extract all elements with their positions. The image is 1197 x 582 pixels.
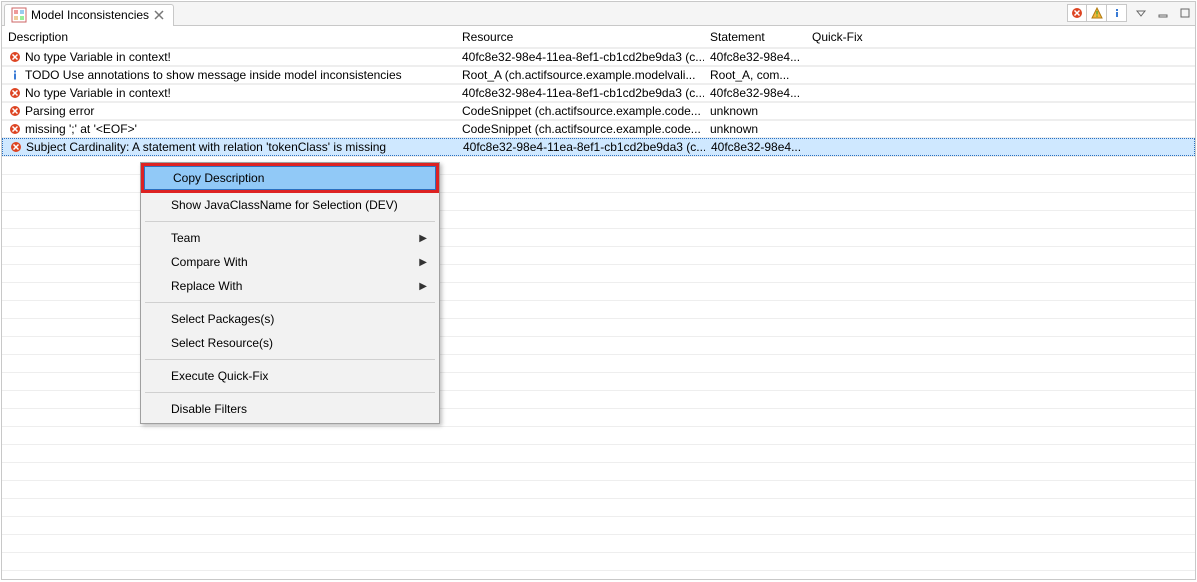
column-header-resource[interactable]: Resource — [456, 27, 704, 47]
cell-description: Parsing error — [2, 103, 456, 119]
cell-statement: 40fc8e32-98e4... — [705, 139, 807, 155]
menu-item[interactable]: Show JavaClassName for Selection (DEV) — [143, 193, 437, 217]
cell-quickfix — [806, 74, 900, 76]
info-icon — [8, 68, 22, 82]
cell-resource: Root_A (ch.actifsource.example.modelvali… — [456, 67, 704, 83]
menu-item[interactable]: Compare With ▶ — [143, 250, 437, 274]
close-icon[interactable] — [153, 9, 165, 21]
menu-item-label: Disable Filters — [171, 402, 247, 416]
filter-info-button[interactable] — [1107, 4, 1127, 22]
cell-statement: unknown — [704, 121, 806, 137]
menu-item-label: Show JavaClassName for Selection (DEV) — [171, 198, 398, 212]
cell-resource: CodeSnippet (ch.actifsource.example.code… — [456, 103, 704, 119]
menu-item-label: Compare With — [171, 255, 248, 269]
menu-item[interactable]: Replace With ▶ — [143, 274, 437, 298]
cell-quickfix — [806, 110, 900, 112]
cell-description: Subject Cardinality: A statement with re… — [3, 139, 457, 155]
tab-model-inconsistencies[interactable]: Model Inconsistencies — [4, 4, 174, 26]
filter-errors-button[interactable] — [1067, 4, 1087, 22]
cell-resource: CodeSnippet (ch.actifsource.example.code… — [456, 121, 704, 137]
column-header-quickfix[interactable]: Quick-Fix — [806, 27, 900, 47]
cell-quickfix — [807, 146, 901, 148]
column-header-description[interactable]: Description — [2, 27, 456, 47]
menu-item-label: Replace With — [171, 279, 242, 293]
chevron-right-icon: ▶ — [419, 281, 427, 292]
filter-warnings-button[interactable] — [1087, 4, 1107, 22]
menu-item-label: Select Packages(s) — [171, 312, 274, 326]
view-menu-icon[interactable] — [1133, 5, 1149, 21]
menu-item-label: Team — [171, 231, 200, 245]
model-inconsistencies-icon — [11, 7, 27, 23]
cell-resource: 40fc8e32-98e4-11ea-8ef1-cb1cd2be9da3 (c.… — [457, 139, 705, 155]
cell-resource: 40fc8e32-98e4-11ea-8ef1-cb1cd2be9da3 (c.… — [456, 49, 704, 65]
cell-description: TODO Use annotations to show message ins… — [2, 67, 456, 83]
table-row[interactable]: Subject Cardinality: A statement with re… — [2, 138, 1195, 156]
cell-statement: 40fc8e32-98e4... — [704, 85, 806, 101]
menu-item[interactable]: Copy Description — [144, 166, 436, 190]
table-header: Description Resource Statement Quick-Fix — [2, 26, 1195, 48]
tab-bar: Model Inconsistencies — [2, 2, 1195, 26]
cell-quickfix — [806, 56, 900, 58]
menu-separator — [145, 221, 435, 222]
table-row[interactable]: TODO Use annotations to show message ins… — [2, 66, 1195, 84]
chevron-right-icon: ▶ — [419, 257, 427, 268]
maximize-icon[interactable] — [1177, 5, 1193, 21]
error-icon — [8, 50, 22, 64]
chevron-right-icon: ▶ — [419, 233, 427, 244]
table-row[interactable]: Parsing error CodeSnippet (ch.actifsource… — [2, 102, 1195, 120]
tab-title: Model Inconsistencies — [31, 8, 149, 22]
menu-item-label: Select Resource(s) — [171, 336, 273, 350]
cell-description-text: Parsing error — [25, 104, 94, 118]
menu-item[interactable]: Team ▶ — [143, 226, 437, 250]
table-row[interactable]: No type Variable in context! 40fc8e32-98e… — [2, 48, 1195, 66]
menu-separator — [145, 359, 435, 360]
menu-separator — [145, 392, 435, 393]
error-icon — [9, 140, 23, 154]
cell-statement: 40fc8e32-98e4... — [704, 49, 806, 65]
cell-description-text: No type Variable in context! — [25, 50, 171, 64]
menu-item[interactable]: Disable Filters — [143, 397, 437, 421]
cell-description-text: Subject Cardinality: A statement with re… — [26, 140, 386, 154]
cell-description-text: missing ';' at '<EOF>' — [25, 122, 137, 136]
cell-resource: 40fc8e32-98e4-11ea-8ef1-cb1cd2be9da3 (c.… — [456, 85, 704, 101]
context-menu: Copy Description Show JavaClassName for S… — [140, 162, 440, 424]
cell-description: No type Variable in context! — [2, 49, 456, 65]
cell-statement: unknown — [704, 103, 806, 119]
table-row[interactable]: missing ';' at '<EOF>' CodeSnippet (ch.ac… — [2, 120, 1195, 138]
view-toolbar — [1067, 4, 1193, 22]
menu-separator — [145, 302, 435, 303]
minimize-icon[interactable] — [1155, 5, 1171, 21]
menu-item-label: Copy Description — [173, 171, 264, 185]
menu-item-label: Execute Quick-Fix — [171, 369, 268, 383]
cell-statement: Root_A, com... — [704, 67, 806, 83]
error-icon — [8, 104, 22, 118]
cell-description: No type Variable in context! — [2, 85, 456, 101]
error-icon — [8, 86, 22, 100]
menu-item[interactable]: Select Packages(s) — [143, 307, 437, 331]
cell-quickfix — [806, 92, 900, 94]
cell-quickfix — [806, 128, 900, 130]
table-row[interactable]: No type Variable in context! 40fc8e32-98e… — [2, 84, 1195, 102]
column-header-statement[interactable]: Statement — [704, 27, 806, 47]
cell-description: missing ';' at '<EOF>' — [2, 121, 456, 137]
cell-description-text: TODO Use annotations to show message ins… — [25, 68, 402, 82]
menu-item[interactable]: Execute Quick-Fix — [143, 364, 437, 388]
cell-description-text: No type Variable in context! — [25, 86, 171, 100]
menu-item[interactable]: Select Resource(s) — [143, 331, 437, 355]
highlighted-menu-wrapper: Copy Description — [141, 163, 439, 193]
error-icon — [8, 122, 22, 136]
